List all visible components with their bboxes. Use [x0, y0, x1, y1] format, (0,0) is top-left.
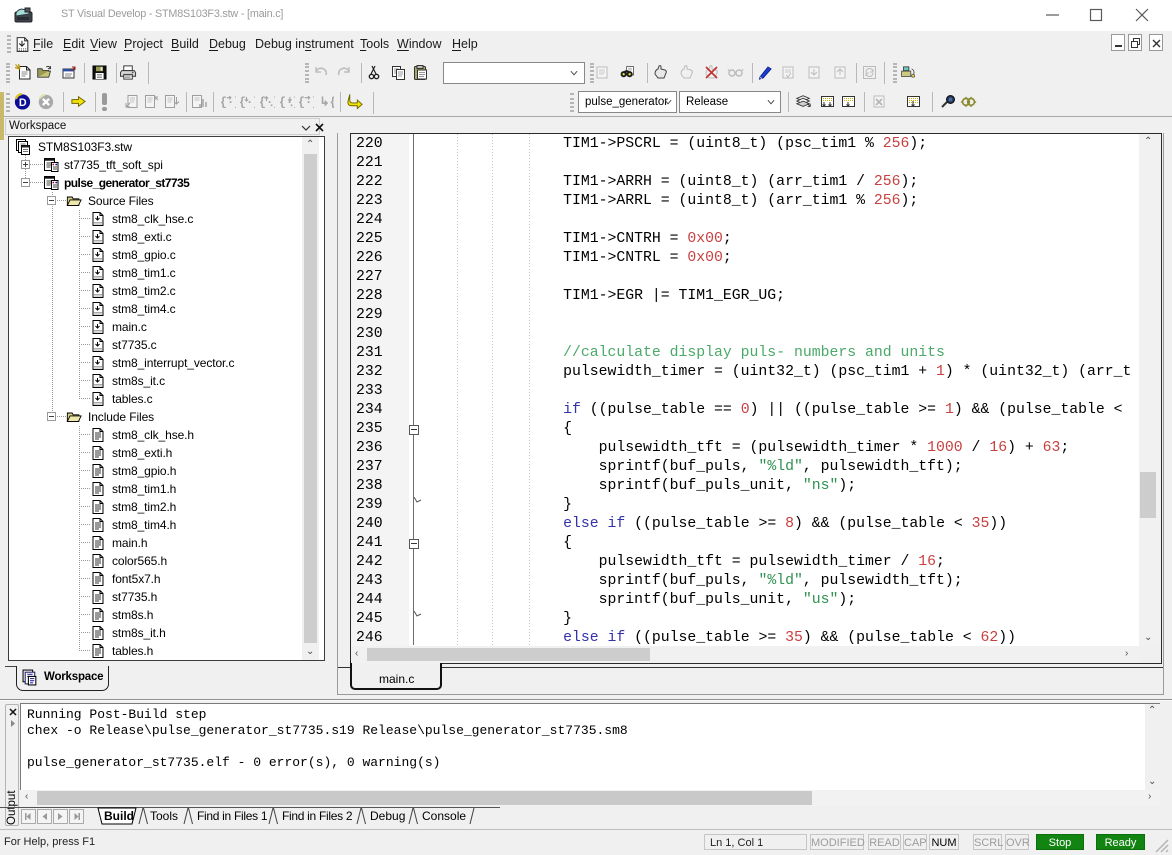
svg-text:{·}: {·}: [279, 95, 295, 109]
svg-text:Build: Build: [104, 809, 134, 823]
svg-text:Console: Console: [422, 809, 466, 823]
svg-text:Tools: Tools: [150, 809, 178, 823]
svg-text:D: D: [19, 97, 27, 109]
svg-text:Find in Files 1: Find in Files 1: [197, 809, 268, 823]
svg-text:Debug: Debug: [370, 809, 405, 823]
svg-text:Find in Files 2: Find in Files 2: [282, 809, 353, 823]
svg-text:↳{}: ↳{}: [320, 95, 334, 109]
